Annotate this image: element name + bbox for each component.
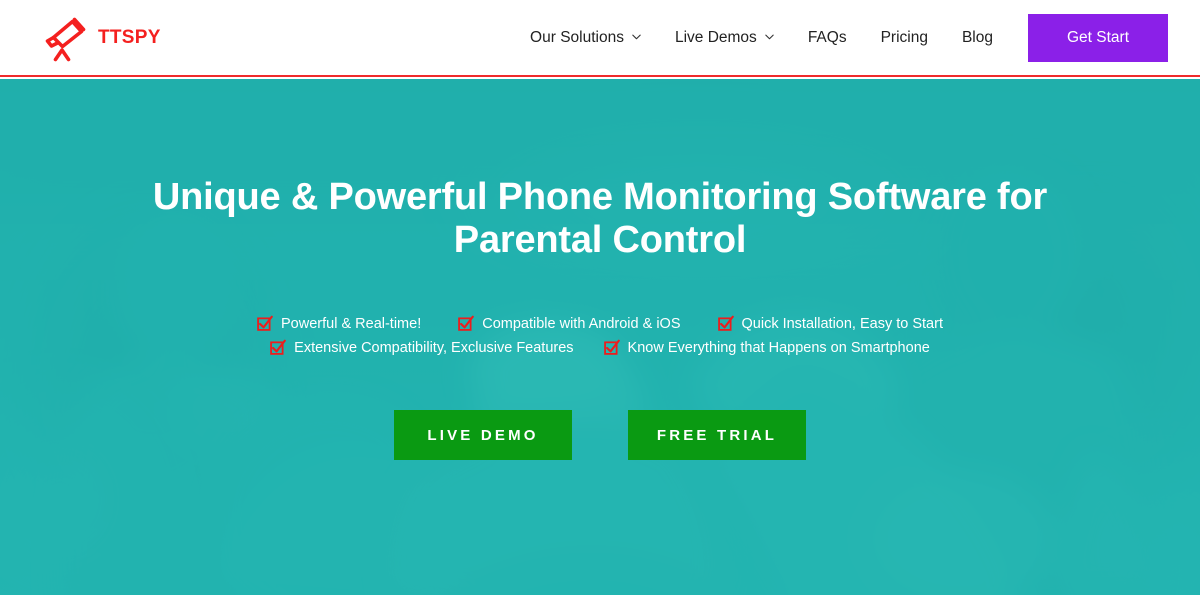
page-root: TTSPY Our Solutions Live Demos FAQs Pric… [0, 0, 1200, 595]
chevron-down-icon [631, 31, 641, 41]
feature-row-2: Extensive Compatibility, Exclusive Featu… [270, 339, 930, 356]
hero-section: Unique & Powerful Phone Monitoring Softw… [0, 79, 1200, 595]
brand-logo[interactable]: TTSPY [36, 10, 161, 66]
nav-item-label: Blog [961, 28, 993, 46]
nav-item-pricing[interactable]: Pricing [864, 29, 945, 47]
feature-label: Compatible with Android & iOS [482, 315, 681, 332]
feature-label: Powerful & Real-time! [281, 315, 422, 332]
hero-headline: Unique & Powerful Phone Monitoring Softw… [152, 176, 1048, 261]
chevron-down-icon [764, 31, 774, 41]
feature-item-powerful-realtime: Powerful & Real-time! [257, 315, 421, 332]
hero-content: Unique & Powerful Phone Monitoring Softw… [0, 79, 1200, 595]
brand-name: TTSPY [98, 27, 161, 48]
checkbox-checked-icon [257, 315, 273, 332]
feature-checklist: Powerful & Real-time! Compatible with An… [250, 315, 950, 356]
main-navigation: Our Solutions Live Demos FAQs Pricing Bl… [513, 13, 1200, 62]
feature-item-compatible-android-ios: Compatible with Android & iOS [458, 315, 681, 332]
nav-item-our-solutions[interactable]: Our Solutions [513, 29, 658, 47]
feature-item-extensive-compatibility: Extensive Compatibility, Exclusive Featu… [270, 339, 574, 356]
feature-item-quick-installation: Quick Installation, Easy to Start [717, 315, 943, 332]
feature-label: Quick Installation, Easy to Start [741, 315, 943, 332]
nav-item-label: Pricing [880, 28, 928, 46]
hero-cta-row: LIVE DEMO FREE TRIAL [394, 410, 806, 461]
nav-item-live-demos[interactable]: Live Demos [658, 29, 791, 47]
nav-item-label: FAQs [807, 28, 847, 46]
feature-label: Know Everything that Happens on Smartpho… [627, 339, 930, 356]
site-header: TTSPY Our Solutions Live Demos FAQs Pric… [0, 0, 1200, 77]
get-start-button[interactable]: Get Start [1028, 13, 1168, 62]
nav-item-blog[interactable]: Blog [945, 29, 1010, 47]
free-trial-button[interactable]: FREE TRIAL [628, 410, 806, 461]
telescope-icon [36, 10, 92, 66]
nav-item-label: Live Demos [674, 28, 757, 46]
checkbox-checked-icon [717, 315, 734, 332]
feature-item-know-everything: Know Everything that Happens on Smartpho… [603, 339, 930, 356]
nav-item-faqs[interactable]: FAQs [791, 29, 864, 47]
checkbox-checked-icon [603, 339, 620, 356]
nav-item-label: Our Solutions [530, 28, 624, 46]
feature-row-1: Powerful & Real-time! Compatible with An… [257, 315, 943, 332]
checkbox-checked-icon [458, 315, 475, 332]
live-demo-button[interactable]: LIVE DEMO [394, 410, 572, 461]
checkbox-checked-icon [270, 339, 286, 356]
feature-label: Extensive Compatibility, Exclusive Featu… [294, 339, 574, 356]
